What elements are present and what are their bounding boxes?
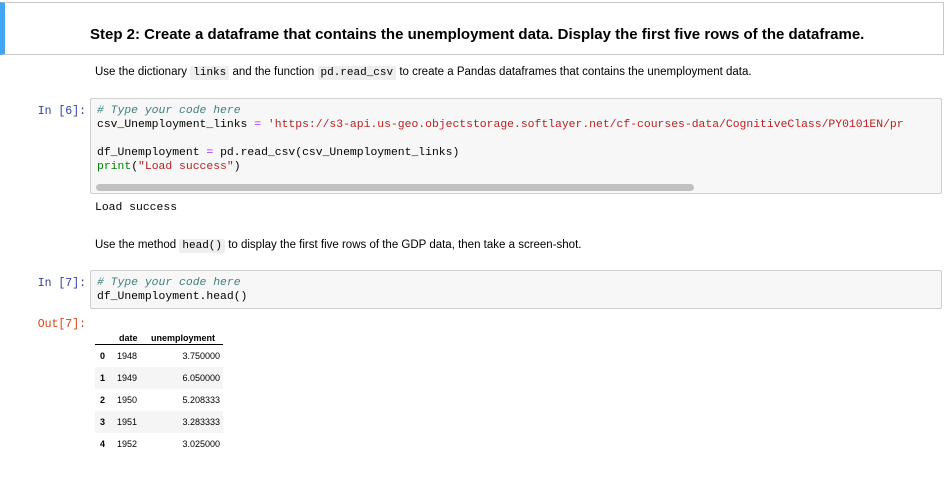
instruction-text: and the function — [229, 66, 318, 78]
code-keyword-print: print — [97, 161, 132, 173]
code-line-4: print("Load success") — [97, 161, 241, 173]
instruction-text: Use the dictionary — [95, 66, 191, 78]
input-prompt-6: In [6]: — [37, 105, 86, 118]
cell-unemployment: 3.750000 — [182, 351, 220, 361]
table-row: 2 1950 5.208333 — [95, 389, 223, 411]
code-variable: csv_Unemployment_links — [97, 119, 248, 131]
row-index: 0 — [100, 351, 106, 361]
code-operator: = — [247, 119, 268, 131]
code-line-1: # Type your code here — [97, 277, 241, 289]
cell-unemployment: 3.025000 — [182, 439, 220, 449]
cell-unemployment: 3.283333 — [182, 417, 220, 427]
cell-unemployment: 6.050000 — [182, 373, 220, 383]
table-row: 4 1952 3.025000 — [95, 433, 223, 455]
code-operator: = — [199, 147, 221, 159]
code-line-1: # Type your code here — [97, 105, 241, 117]
output-prompt-7: Out[7]: — [37, 318, 86, 331]
table-header: date unemployment — [95, 330, 223, 345]
code-line-3: df_Unemployment = pd.read_csv(csv_Unempl… — [97, 147, 459, 159]
cell-date: 1951 — [117, 417, 138, 427]
row-index: 3 — [100, 417, 106, 427]
row-index: 1 — [100, 373, 106, 383]
horizontal-scrollbar[interactable] — [96, 184, 936, 192]
inline-code-read-csv: pd.read_csv — [317, 66, 397, 80]
instruction-read-csv: Use the dictionary links and the functio… — [95, 66, 752, 80]
cell-date: 1949 — [117, 373, 138, 383]
code-line-2: csv_Unemployment_links = 'https://s3-api… — [97, 119, 904, 131]
code-string-url: 'https://s3-api.us-geo.objectstorage.sof… — [267, 119, 904, 131]
instruction-text: Use the method — [95, 239, 180, 251]
instruction-head: Use the method head() to display the fir… — [95, 239, 582, 253]
cell-date: 1952 — [117, 439, 138, 449]
instruction-text: to create a Pandas dataframes that conta… — [396, 66, 752, 78]
column-header-date: date — [119, 333, 138, 343]
table-row: 1 1949 6.050000 — [95, 367, 223, 389]
instruction-text: to display the first five rows of the GD… — [225, 239, 582, 251]
output-load-success: Load success — [95, 202, 178, 214]
code-line-2: df_Unemployment.head() — [97, 291, 248, 303]
code-variable: df_Unemployment — [97, 147, 200, 159]
cell-date: 1950 — [117, 395, 138, 405]
column-header-unemployment: unemployment — [151, 333, 216, 343]
input-prompt-7: In [7]: — [37, 277, 86, 290]
code-paren: ) — [233, 161, 241, 173]
step-title: Step 2: Create a dataframe that contains… — [90, 26, 865, 43]
inline-code-links: links — [190, 66, 230, 80]
code-paren: ( — [131, 161, 139, 173]
code-cell-7[interactable]: # Type your code here df_Unemployment.he… — [90, 270, 942, 309]
code-comment: # Type your code here — [97, 277, 241, 289]
table-row: 3 1951 3.283333 — [95, 411, 223, 433]
cell-unemployment: 5.208333 — [182, 395, 220, 405]
table-row: 0 1948 3.750000 — [95, 345, 223, 367]
scrollbar-thumb[interactable] — [96, 184, 694, 191]
code-string: "Load success" — [138, 161, 234, 173]
code-call: pd.read_csv(csv_Unemployment_links) — [220, 147, 460, 159]
code-cell-6[interactable]: # Type your code here csv_Unemployment_l… — [90, 98, 942, 194]
row-index: 2 — [100, 395, 106, 405]
row-index: 4 — [100, 439, 106, 449]
code-comment: # Type your code here — [97, 105, 241, 117]
inline-code-head: head() — [179, 239, 225, 253]
cell-date: 1948 — [117, 351, 138, 361]
